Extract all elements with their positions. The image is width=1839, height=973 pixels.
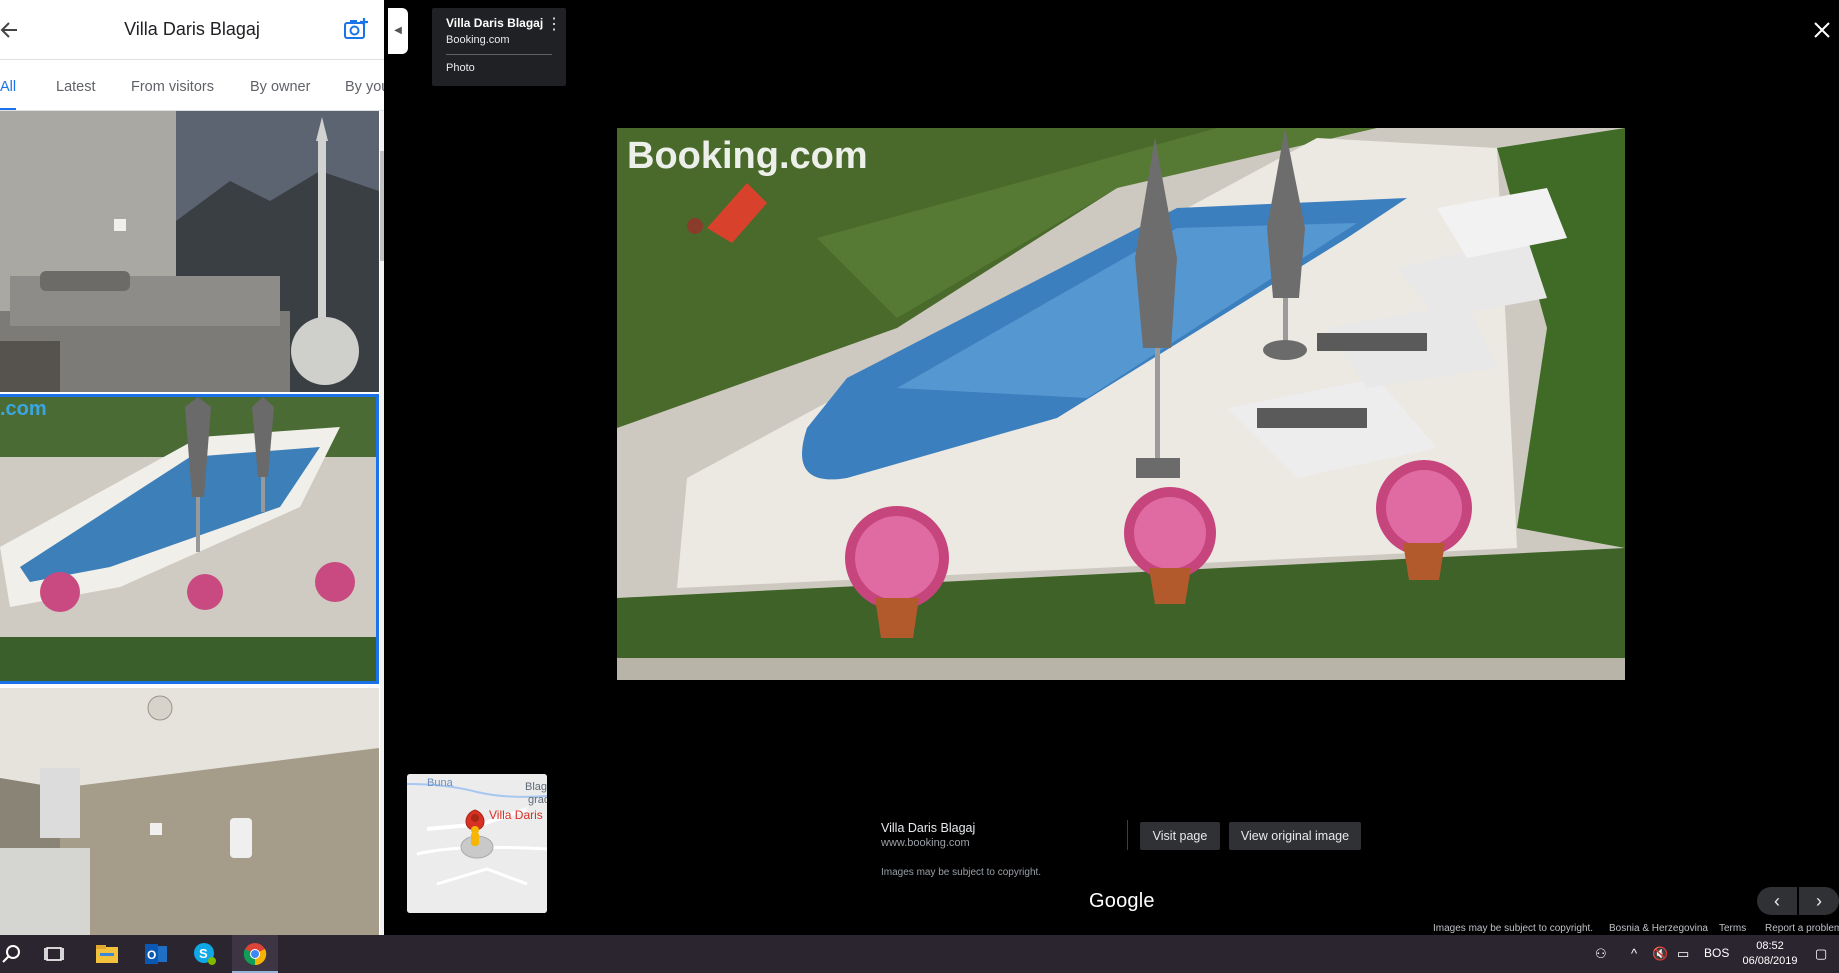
tray-chevron-up-icon[interactable]: ^ [1631,946,1637,961]
image-info-card: Villa Daris Blagaj Booking.com ⋮ Photo [432,8,566,86]
pool-main-photo: Booking.com [617,128,1625,680]
network-icon[interactable]: ▭ [1677,946,1689,962]
taskbar-clock[interactable]: 08:52 06/08/2019 [1734,939,1806,969]
main-photo[interactable]: Booking.com [617,128,1625,680]
svg-text:S: S [199,946,208,961]
footer-report-link[interactable]: Report a problem [1765,923,1839,934]
panel-header: Villa Daris Blagaj [0,0,384,60]
skype-icon[interactable]: S [193,941,219,967]
outlook-icon[interactable]: O [144,941,170,967]
notifications-icon[interactable]: ▢ [1815,946,1827,962]
camera-plus-icon [344,18,368,39]
tab-from-visitors[interactable]: From visitors [131,79,214,95]
footer-terms-link[interactable]: Terms [1719,923,1746,934]
visit-page-button[interactable]: Visit page [1140,822,1220,850]
google-logo: Google [1089,890,1155,912]
info-card-title: Villa Daris Blagaj [446,16,544,30]
close-icon [1814,22,1830,38]
bedroom-photo [0,111,379,392]
clock-time: 08:52 [1756,940,1784,952]
photos-panel: Villa Daris Blagaj All Latest From visit… [0,0,384,935]
search-icon[interactable] [2,941,28,967]
windows-taskbar: O S ⚇ ^ 🔇 ▭ BOS 08:52 06/08/2019 ▢ [0,935,1839,973]
photo-filter-tabs: All Latest From visitors By owner By you [0,61,384,111]
file-explorer-icon[interactable] [95,941,121,967]
map-graphic: Buna Blag grad Villa Daris [407,774,547,913]
map-town-label-2: grad [528,794,547,806]
tab-by-owner[interactable]: By owner [250,79,310,95]
previous-image-button[interactable]: ‹ [1757,887,1797,915]
photo-thumbnail-bathroom[interactable] [0,688,379,935]
map-river-label: Buna [427,777,454,789]
people-icon[interactable]: ⚇ [1595,946,1607,962]
copyright-note: Images may be subject to copyright. [881,867,1042,878]
view-original-image-button[interactable]: View original image [1229,822,1361,850]
photo-grid: .com [0,111,380,935]
clock-date: 06/08/2019 [1742,955,1798,967]
info-card-type: Photo [446,62,475,74]
scrollbar-thumb[interactable] [380,151,384,261]
source-url[interactable]: www.booking.com [881,837,970,849]
chevron-right-icon: › [1816,891,1822,911]
chrome-icon[interactable] [232,935,278,973]
thumbnail-watermark: .com [0,398,47,420]
tab-latest[interactable]: Latest [56,79,96,95]
more-vert-icon: ⋮ [546,16,562,33]
tab-all[interactable]: All [0,79,16,95]
info-card-source: Booking.com [446,34,510,46]
caret-left-icon: ◀ [394,25,402,36]
panel-title: Villa Daris Blagaj [124,19,260,39]
arrow-left-icon [0,22,17,38]
pool-photo: .com [0,397,376,681]
footer-region: Bosnia & Herzegovina [1609,923,1708,934]
photo-thumbnail-bedroom[interactable] [0,111,379,392]
next-image-button[interactable]: › [1799,887,1839,915]
tab-by-you[interactable]: By you [345,79,384,95]
location-mini-map[interactable]: Buna Blag grad Villa Daris [407,774,547,913]
bathroom-photo [0,688,379,935]
add-photo-button[interactable] [343,16,371,44]
info-card-divider [446,54,552,55]
chevron-left-icon: ‹ [1774,891,1780,911]
booking-watermark: Booking.com [627,135,868,177]
language-indicator[interactable]: BOS [1704,946,1729,960]
footer-copyright: Images may be subject to copyright. [1433,923,1594,934]
collapse-panel-button[interactable]: ◀ [388,8,408,54]
task-view-icon[interactable] [44,941,70,967]
bottom-divider [1127,820,1128,850]
panel-scrollbar[interactable] [380,111,384,935]
more-options-button[interactable]: ⋮ [546,14,562,36]
map-town-label: Blag [525,781,547,793]
volume-muted-icon[interactable]: 🔇 [1652,946,1668,962]
back-button[interactable] [0,16,22,44]
photo-thumbnail-pool[interactable]: .com [0,394,379,684]
map-place-label: Villa Daris [489,808,543,822]
close-viewer-button[interactable] [1808,16,1836,44]
source-title: Villa Daris Blagaj [881,821,976,835]
svg-text:O: O [147,948,156,962]
